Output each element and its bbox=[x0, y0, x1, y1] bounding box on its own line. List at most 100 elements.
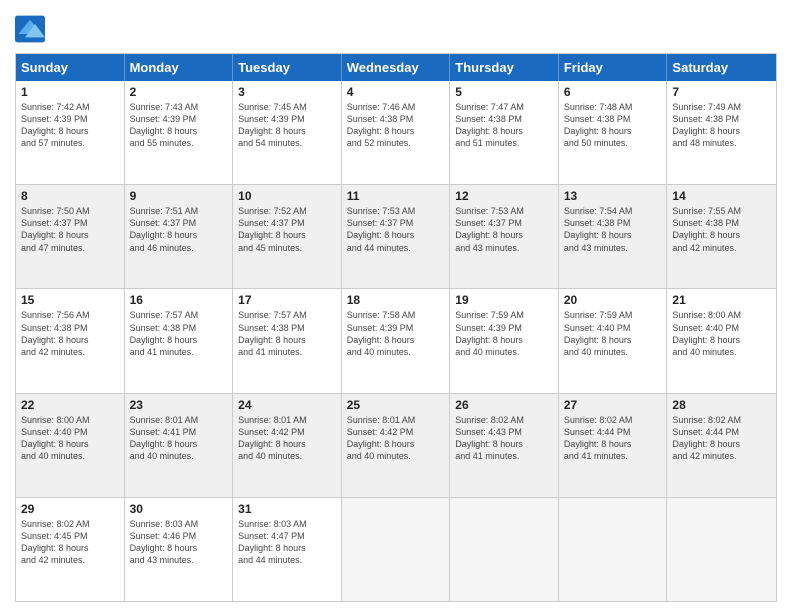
cell-line: and 40 minutes. bbox=[130, 450, 228, 462]
cell-line: Sunset: 4:41 PM bbox=[130, 426, 228, 438]
day-number: 13 bbox=[564, 189, 662, 203]
day-number: 11 bbox=[347, 189, 445, 203]
cell-line: and 40 minutes. bbox=[564, 346, 662, 358]
calendar-body: 1Sunrise: 7:42 AMSunset: 4:39 PMDaylight… bbox=[16, 81, 776, 601]
cell-line: Daylight: 8 hours bbox=[564, 438, 662, 450]
day-number: 31 bbox=[238, 502, 336, 516]
cell-line: and 40 minutes. bbox=[347, 346, 445, 358]
day-number: 18 bbox=[347, 293, 445, 307]
calendar-cell: 10Sunrise: 7:52 AMSunset: 4:37 PMDayligh… bbox=[233, 185, 342, 288]
cell-line: Sunrise: 8:02 AM bbox=[455, 414, 553, 426]
cell-line: Daylight: 8 hours bbox=[238, 125, 336, 137]
calendar-cell: 22Sunrise: 8:00 AMSunset: 4:40 PMDayligh… bbox=[16, 394, 125, 497]
header-day-wednesday: Wednesday bbox=[342, 54, 451, 81]
header bbox=[15, 15, 777, 43]
cell-line: and 40 minutes. bbox=[21, 450, 119, 462]
cell-line: Daylight: 8 hours bbox=[672, 125, 771, 137]
cell-line: Sunset: 4:38 PM bbox=[672, 217, 771, 229]
cell-line: Sunrise: 7:57 AM bbox=[130, 309, 228, 321]
cell-line: and 42 minutes. bbox=[672, 242, 771, 254]
cell-line: Sunset: 4:37 PM bbox=[21, 217, 119, 229]
header-day-thursday: Thursday bbox=[450, 54, 559, 81]
cell-line: Daylight: 8 hours bbox=[21, 438, 119, 450]
cell-line: and 41 minutes. bbox=[130, 346, 228, 358]
cell-line: Daylight: 8 hours bbox=[130, 334, 228, 346]
cell-line: Daylight: 8 hours bbox=[21, 229, 119, 241]
cell-line: Sunrise: 7:58 AM bbox=[347, 309, 445, 321]
day-number: 1 bbox=[21, 85, 119, 99]
cell-line: Daylight: 8 hours bbox=[238, 438, 336, 450]
cell-line: Daylight: 8 hours bbox=[455, 334, 553, 346]
calendar-cell: 18 Sunrise: 7:58 AMSunset: 4:39 PMDayligh… bbox=[342, 289, 451, 392]
cell-line: and 40 minutes. bbox=[672, 346, 771, 358]
calendar-row-2: 15Sunrise: 7:56 AMSunset: 4:38 PMDayligh… bbox=[16, 288, 776, 392]
calendar-cell bbox=[450, 498, 559, 601]
cell-line: and 51 minutes. bbox=[455, 137, 553, 149]
cell-line: Sunset: 4:38 PM bbox=[672, 113, 771, 125]
calendar-cell: 2Sunrise: 7:43 AMSunset: 4:39 PMDaylight… bbox=[125, 81, 234, 184]
cell-line: Sunrise: 8:02 AM bbox=[564, 414, 662, 426]
calendar-cell: 5Sunrise: 7:47 AMSunset: 4:38 PMDaylight… bbox=[450, 81, 559, 184]
cell-line: Daylight: 8 hours bbox=[130, 229, 228, 241]
cell-line: Daylight: 8 hours bbox=[347, 334, 445, 346]
cell-line: Sunrise: 7:47 AM bbox=[455, 101, 553, 113]
calendar-cell: 1Sunrise: 7:42 AMSunset: 4:39 PMDaylight… bbox=[16, 81, 125, 184]
cell-line: Daylight: 8 hours bbox=[347, 438, 445, 450]
cell-line: Sunset: 4:38 PM bbox=[347, 113, 445, 125]
day-number: 17 bbox=[238, 293, 336, 307]
day-number: 12 bbox=[455, 189, 553, 203]
day-number: 4 bbox=[347, 85, 445, 99]
cell-line: Sunrise: 7:55 AM bbox=[672, 205, 771, 217]
cell-line: Sunrise: 7:45 AM bbox=[238, 101, 336, 113]
page: SundayMondayTuesdayWednesdayThursdayFrid… bbox=[0, 0, 792, 612]
cell-line: Daylight: 8 hours bbox=[238, 229, 336, 241]
cell-line: and 48 minutes. bbox=[672, 137, 771, 149]
day-number: 10 bbox=[238, 189, 336, 203]
cell-line: Sunset: 4:42 PM bbox=[238, 426, 336, 438]
cell-line: Daylight: 8 hours bbox=[564, 229, 662, 241]
calendar-cell: 6Sunrise: 7:48 AMSunset: 4:38 PMDaylight… bbox=[559, 81, 668, 184]
day-number: 8 bbox=[21, 189, 119, 203]
cell-line: and 41 minutes. bbox=[455, 450, 553, 462]
calendar-cell bbox=[667, 498, 776, 601]
cell-line: Sunset: 4:39 PM bbox=[130, 113, 228, 125]
calendar-cell: 19Sunrise: 7:59 AMSunset: 4:39 PMDayligh… bbox=[450, 289, 559, 392]
cell-line: and 40 minutes. bbox=[455, 346, 553, 358]
calendar-cell: 31Sunrise: 8:03 AMSunset: 4:47 PMDayligh… bbox=[233, 498, 342, 601]
cell-line: and 54 minutes. bbox=[238, 137, 336, 149]
logo bbox=[15, 15, 48, 43]
cell-line: and 42 minutes. bbox=[672, 450, 771, 462]
calendar-cell: 12Sunrise: 7:53 AMSunset: 4:37 PMDayligh… bbox=[450, 185, 559, 288]
cell-line: Sunrise: 7:53 AM bbox=[455, 205, 553, 217]
cell-line: Sunrise: 7:42 AM bbox=[21, 101, 119, 113]
cell-line: Sunset: 4:39 PM bbox=[347, 322, 445, 334]
day-number: 28 bbox=[672, 398, 771, 412]
cell-line: Sunset: 4:38 PM bbox=[564, 113, 662, 125]
cell-line: Sunrise: 7:51 AM bbox=[130, 205, 228, 217]
cell-line: and 52 minutes. bbox=[347, 137, 445, 149]
cell-line: Daylight: 8 hours bbox=[672, 229, 771, 241]
cell-line: Sunset: 4:37 PM bbox=[238, 217, 336, 229]
cell-line: and 42 minutes. bbox=[21, 554, 119, 566]
day-number: 5 bbox=[455, 85, 553, 99]
calendar-cell: 25Sunrise: 8:01 AMSunset: 4:42 PMDayligh… bbox=[342, 394, 451, 497]
calendar-cell: 14Sunrise: 7:55 AMSunset: 4:38 PMDayligh… bbox=[667, 185, 776, 288]
cell-line: Daylight: 8 hours bbox=[455, 229, 553, 241]
cell-line: Daylight: 8 hours bbox=[455, 438, 553, 450]
cell-line: and 45 minutes. bbox=[238, 242, 336, 254]
cell-line: Daylight: 8 hours bbox=[564, 334, 662, 346]
cell-line: and 43 minutes. bbox=[130, 554, 228, 566]
day-number: 19 bbox=[455, 293, 553, 307]
day-number: 9 bbox=[130, 189, 228, 203]
calendar-cell bbox=[342, 498, 451, 601]
cell-line: Sunset: 4:38 PM bbox=[21, 322, 119, 334]
cell-line: and 46 minutes. bbox=[130, 242, 228, 254]
calendar-cell: 4Sunrise: 7:46 AMSunset: 4:38 PMDaylight… bbox=[342, 81, 451, 184]
day-number: 6 bbox=[564, 85, 662, 99]
cell-line: Sunrise: 8:03 AM bbox=[130, 518, 228, 530]
cell-line: Sunset: 4:38 PM bbox=[238, 322, 336, 334]
calendar-row-1: 8Sunrise: 7:50 AMSunset: 4:37 PMDaylight… bbox=[16, 184, 776, 288]
cell-line: Daylight: 8 hours bbox=[347, 229, 445, 241]
cell-line: Sunset: 4:39 PM bbox=[455, 322, 553, 334]
cell-line: Daylight: 8 hours bbox=[455, 125, 553, 137]
